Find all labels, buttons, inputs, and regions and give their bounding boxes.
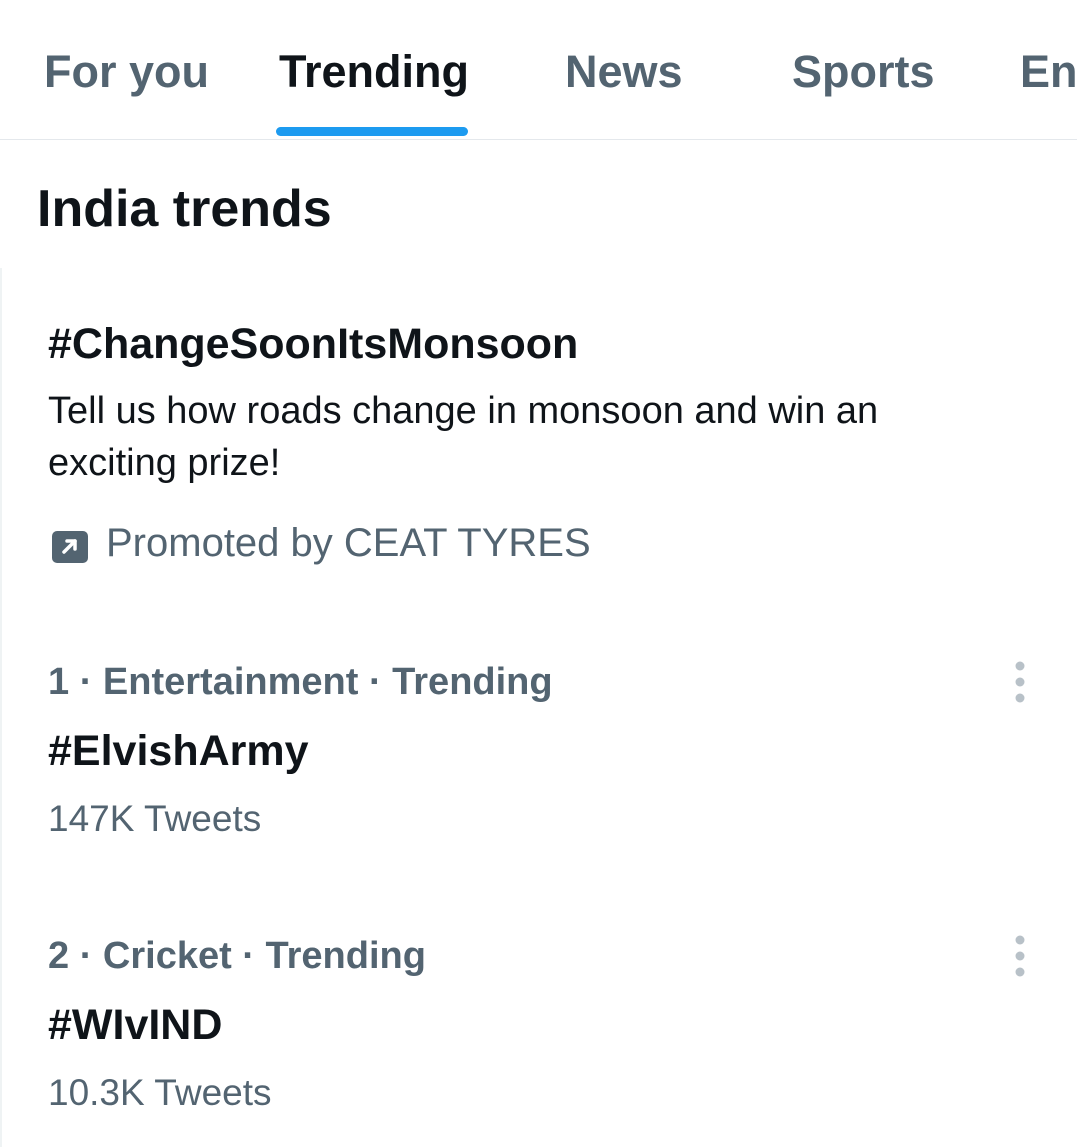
trend-meta: 2 · Cricket · Trending [48,935,426,977]
tab-entertainment[interactable]: Ent [1020,42,1077,102]
trend-tweet-count: 10.3K Tweets [48,1072,272,1113]
trend-meta: 1 · Entertainment · Trending [48,661,553,703]
trend-name[interactable]: #ElvishArmy [48,723,309,779]
more-vertical-icon[interactable] [996,932,1044,980]
promoted-by-text: Promoted by CEAT TYRES [106,521,591,565]
trend-name[interactable]: #WIvIND [48,997,222,1053]
divider [0,268,2,1147]
promoted-arrow-icon [51,525,89,563]
promoted-trend-description: Tell us how roads change in monsoon and … [48,390,879,484]
trend-tweet-count: 147K Tweets [48,798,262,839]
tab-sports[interactable]: Sports [792,42,935,102]
tab-trending[interactable]: Trending [279,42,469,102]
active-tab-indicator [276,127,468,136]
section-title: India trends [37,180,332,238]
tab-news[interactable]: News [565,42,683,102]
tab-for-you[interactable]: For you [44,42,209,102]
promoted-trend-hashtag[interactable]: #ChangeSoonItsMonsoon [48,316,578,372]
more-vertical-icon[interactable] [996,658,1044,706]
tab-bar: For you Trending News Sports Ent [0,0,1077,140]
